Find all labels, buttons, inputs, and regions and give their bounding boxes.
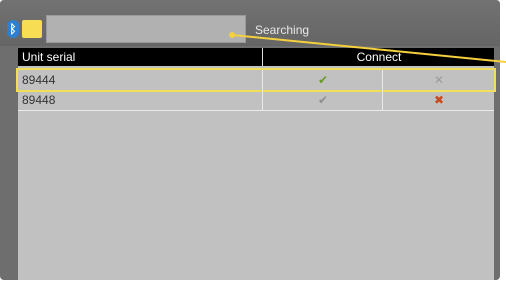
unit-list: Unit serial Connect 89444 ✔ ✕ 89448 ✔ ✖ (16, 48, 496, 280)
x-icon[interactable]: ✖ (382, 90, 495, 110)
unit-serial: 89448 (22, 93, 56, 107)
check-icon[interactable]: ✔ (262, 90, 383, 110)
search-field[interactable] (46, 15, 246, 43)
x-icon[interactable]: ✕ (382, 70, 495, 90)
folder-icon[interactable] (22, 20, 42, 38)
unit-serial: 89444 (22, 73, 56, 87)
callout-connector (229, 32, 506, 63)
column-header-serial: Unit serial (22, 50, 76, 64)
bluetooth-icon[interactable]: ᛒ (7, 20, 19, 38)
check-icon[interactable]: ✔ (262, 70, 383, 90)
table-row[interactable]: 89444 ✔ ✕ (16, 68, 496, 92)
table-row[interactable]: 89448 ✔ ✖ (18, 90, 494, 111)
